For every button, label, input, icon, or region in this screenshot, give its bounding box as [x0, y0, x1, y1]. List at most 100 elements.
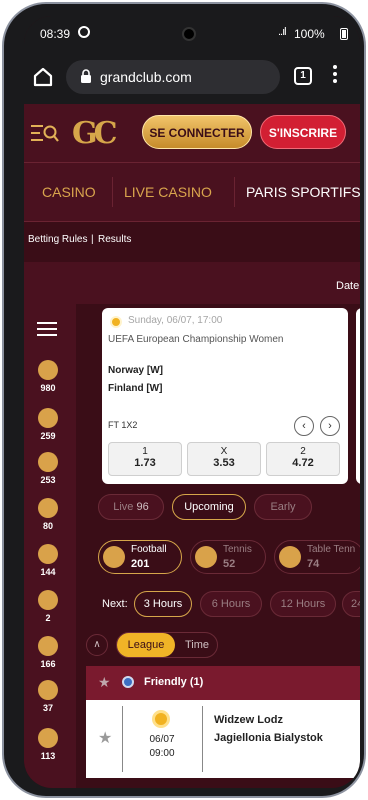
rail-menu-icon[interactable]: [37, 322, 57, 336]
rail-count: 2: [45, 613, 51, 623]
status-bar: 08:39 ..ıl 100%: [24, 16, 360, 52]
url-text: grandclub.com: [100, 69, 192, 85]
tabs-count-icon[interactable]: 1: [294, 67, 312, 85]
rail-item-football[interactable]: 980: [24, 356, 76, 408]
divider: [202, 706, 203, 772]
next-label: Next:: [102, 598, 128, 610]
star-icon[interactable]: ★: [98, 674, 111, 691]
home-icon[interactable]: [32, 66, 54, 88]
signup-button[interactable]: S'INSCRIRE: [260, 115, 346, 149]
match-datetime: Sunday, 06/07, 17:00: [128, 315, 223, 326]
featured-match-card[interactable]: Sunday, 06/07, 17:00 UEFA European Champ…: [102, 308, 348, 484]
rugby-icon: [38, 590, 58, 610]
date-label[interactable]: Date: [336, 280, 359, 292]
view-toggle: League Time: [116, 632, 218, 658]
football-icon: [152, 710, 170, 728]
sub-links: Betting Rules | Results: [24, 222, 360, 262]
chevron-left-icon[interactable]: ‹: [294, 416, 314, 436]
rail-item-table-tennis[interactable]: 253: [24, 448, 76, 500]
team-home: Widzew Lodz: [214, 714, 283, 726]
nav-divider: [234, 177, 235, 207]
sport-tab-table-tennis[interactable]: Table Tenn 74: [274, 540, 360, 574]
betting-rules-link[interactable]: Betting Rules: [28, 234, 87, 245]
tennis-icon: [38, 408, 58, 428]
sport-tab-count: 74: [307, 558, 320, 570]
team-home: Norway [W]: [108, 365, 163, 376]
toggle-league[interactable]: League: [117, 633, 175, 657]
baseball-icon: [38, 680, 58, 700]
rail-count: 253: [40, 475, 56, 485]
spotify-icon: [78, 26, 90, 38]
rail-count: 166: [40, 659, 56, 669]
odd-button-draw[interactable]: X 3.53: [187, 442, 261, 476]
results-link[interactable]: Results: [98, 234, 131, 245]
main-nav: CASINO LIVE CASINO PARIS SPORTIFS: [24, 162, 360, 222]
esports-icon: [38, 728, 58, 748]
sport-tab-name: Table Tenn: [307, 544, 356, 555]
filter-upcoming[interactable]: Upcoming: [172, 494, 246, 520]
next-24-hours[interactable]: 24: [342, 591, 360, 617]
filter-early[interactable]: Early: [254, 494, 312, 520]
volleyball-icon: [38, 636, 58, 656]
team-away: Jagiellonia Bialystok: [214, 732, 323, 744]
rail-count: 80: [42, 521, 53, 531]
rail-item-american-football[interactable]: 144: [24, 540, 76, 592]
league-group-name: Friendly (1): [144, 676, 204, 688]
toggle-time[interactable]: Time: [179, 633, 215, 657]
sport-tab-count: 201: [131, 558, 150, 570]
sport-rail: 980 259 253 80 144 2 166 37 113: [24, 304, 76, 788]
site-logo[interactable]: GC: [72, 116, 117, 151]
market-name: FT 1X2: [108, 420, 138, 430]
odd-value: 3.53: [213, 457, 235, 469]
globe-icon: [122, 676, 134, 688]
table-tennis-icon: [38, 452, 58, 472]
more-menu-icon[interactable]: [332, 64, 338, 84]
rail-item-esports[interactable]: 113: [24, 724, 76, 776]
menu-search-icon[interactable]: [30, 122, 60, 144]
odd-label: 1: [142, 446, 148, 457]
login-button[interactable]: SE CONNECTER: [142, 115, 252, 149]
table-tennis-icon: [279, 546, 301, 568]
nav-sports-betting[interactable]: PARIS SPORTIFS: [246, 163, 360, 221]
football-icon: [38, 360, 58, 380]
filter-live-count: 96: [136, 501, 149, 513]
match-time: 09:00: [149, 748, 175, 759]
next-card-peek[interactable]: [356, 308, 360, 484]
next-3-hours[interactable]: 3 Hours: [134, 591, 192, 617]
sport-tab-tennis[interactable]: Tennis 52: [190, 540, 266, 574]
next-6-hours[interactable]: 6 Hours: [200, 591, 262, 617]
sport-tab-football[interactable]: Football 201: [98, 540, 182, 574]
league-group-header[interactable]: ★ Friendly (1): [86, 666, 360, 700]
basketball-icon: [38, 498, 58, 518]
filter-live[interactable]: Live 96: [98, 494, 164, 520]
league-name: UEFA European Championship Women: [108, 334, 284, 345]
nav-live-casino[interactable]: LIVE CASINO: [124, 163, 212, 221]
signal-icon: ..ıl: [278, 26, 287, 38]
rail-item-basketball[interactable]: 80: [24, 494, 76, 546]
chevron-right-icon[interactable]: ›: [320, 416, 340, 436]
status-time: 08:39: [40, 27, 71, 41]
odd-label: X: [220, 446, 228, 457]
tennis-icon: [195, 546, 217, 568]
match-row[interactable]: ★ 06/07 09:00 Widzew Lodz Jagiellonia Bi…: [86, 700, 360, 778]
collapse-up-icon[interactable]: ∧: [86, 634, 108, 656]
address-bar[interactable]: grandclub.com: [66, 60, 280, 94]
team-away: Finland [W]: [108, 383, 163, 394]
rail-item-baseball[interactable]: 37: [24, 676, 76, 728]
next-12-hours[interactable]: 12 Hours: [270, 591, 336, 617]
nav-casino[interactable]: CASINO: [42, 163, 96, 221]
odd-button-away[interactable]: 2 4.72: [266, 442, 340, 476]
sport-tab-count: 52: [223, 558, 236, 570]
screen: 08:39 ..ıl 100% grandclub.com 1 GC SE CO…: [24, 16, 360, 788]
phone-frame: 08:39 ..ıl 100% grandclub.com 1 GC SE CO…: [2, 2, 366, 798]
odd-button-home[interactable]: 1 1.73: [108, 442, 182, 476]
nav-divider: [112, 177, 113, 207]
rail-item-rugby[interactable]: 2: [24, 586, 76, 638]
rail-count: 144: [40, 567, 56, 577]
sport-tab-name: Tennis: [223, 544, 252, 555]
browser-toolbar: grandclub.com 1: [24, 52, 360, 104]
star-icon[interactable]: ★: [98, 728, 112, 748]
rail-count: 113: [40, 751, 56, 761]
american-football-icon: [38, 544, 58, 564]
link-separator: |: [91, 234, 94, 245]
